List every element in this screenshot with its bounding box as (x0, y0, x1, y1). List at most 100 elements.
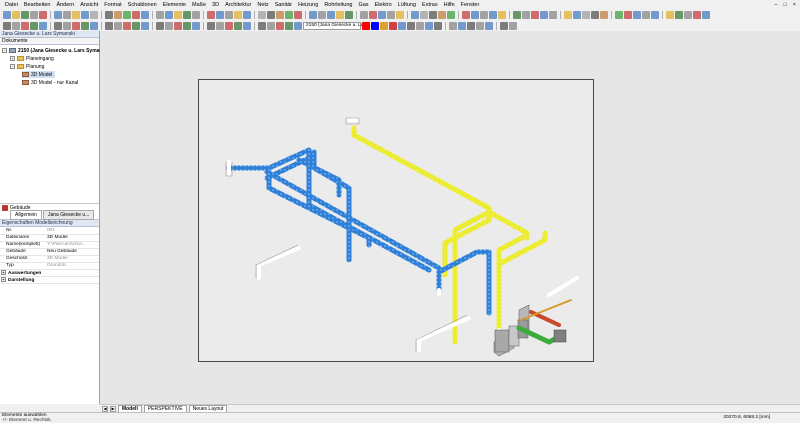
first-tab-arrow-icon[interactable]: ◀ (102, 405, 108, 412)
toolbar-tool-icon[interactable] (396, 10, 404, 19)
toolbar-tool-icon[interactable] (462, 10, 470, 19)
toolbar-tool-icon[interactable] (531, 10, 539, 19)
snap-tool-icon[interactable] (407, 21, 415, 30)
tree-item-planung[interactable]: − Planung (10, 63, 44, 70)
toolbar-tool-icon[interactable] (489, 10, 497, 19)
drawing-tool-icon[interactable] (165, 21, 173, 30)
toolbar-tool-icon[interactable] (633, 10, 641, 19)
toolbar-tool-icon[interactable] (174, 10, 182, 19)
tab-project-owner[interactable]: Jana Giesecke u... (42, 210, 95, 220)
toolbar-tool-icon[interactable] (429, 10, 437, 19)
property-row[interactable]: Name(komplett) Y:\Plancal\Schul... (0, 241, 99, 249)
toolbar-tool-icon[interactable] (90, 10, 98, 19)
menu-item[interactable]: Datei (2, 2, 21, 8)
menu-item[interactable]: Heizung (295, 2, 321, 8)
toolbar-tool-icon[interactable] (666, 10, 674, 19)
toolbar-tool-icon[interactable] (225, 10, 233, 19)
toolbar-tool-icon[interactable] (132, 10, 140, 19)
property-row[interactable]: Dateiname 3D Model (0, 234, 99, 242)
snap-tool-icon[interactable] (416, 21, 424, 30)
property-group[interactable]: + Darstellung (0, 276, 99, 284)
drawing-tool-icon[interactable] (132, 21, 140, 30)
property-row[interactable]: Gebäude Neu Gebäude (0, 248, 99, 256)
toolbar-tool-icon[interactable] (318, 10, 326, 19)
toolbar-tool-icon[interactable] (276, 10, 284, 19)
toolbar-tool-icon[interactable] (216, 10, 224, 19)
drawing-tool-icon[interactable] (123, 21, 131, 30)
toolbar-tool-icon[interactable] (573, 10, 581, 19)
documents-header[interactable]: Dokumente (0, 38, 99, 45)
toolbar-tool-icon[interactable] (498, 10, 506, 19)
property-value[interactable]: Y:\Plancal\Schul... (45, 241, 99, 249)
menu-item[interactable]: Rohrleitung (321, 2, 355, 8)
snap-tool-icon[interactable] (398, 21, 406, 30)
drawing-tool-icon[interactable] (183, 21, 191, 30)
toolbar-tool-icon[interactable] (63, 10, 71, 19)
toolbar-tool-icon[interactable] (123, 10, 131, 19)
drawing-sheet[interactable] (198, 79, 594, 362)
menu-item[interactable]: Gas (355, 2, 371, 8)
toolbar-tool-icon[interactable] (72, 10, 80, 19)
drawing-tool-icon[interactable] (156, 21, 164, 30)
toolbar-tool-icon[interactable] (39, 10, 47, 19)
toolbar-tool-icon[interactable] (582, 10, 590, 19)
toolbar-tool-icon[interactable] (267, 10, 275, 19)
toolbar-tool-icon[interactable] (12, 10, 20, 19)
toolbar-tool-icon[interactable] (165, 10, 173, 19)
collapse-icon[interactable]: − (2, 48, 7, 53)
snap-tool-icon[interactable] (500, 21, 508, 30)
layer-color-icon[interactable] (380, 21, 388, 30)
project-selector-combo[interactable]: 2150 (Jana Giesecke u. La (303, 21, 363, 30)
collapse-icon[interactable]: − (10, 64, 15, 69)
drawing-tool-icon[interactable] (294, 21, 302, 30)
minimize-icon[interactable]: – (774, 2, 777, 8)
toolbar-tool-icon[interactable] (141, 10, 149, 19)
toolbar-tool-icon[interactable] (651, 10, 659, 19)
property-value[interactable]: 3D Model (45, 255, 99, 263)
toolbar-tool-icon[interactable] (438, 10, 446, 19)
drawing-tool-icon[interactable] (30, 21, 38, 30)
drawing-tool-icon[interactable] (90, 21, 98, 30)
toolbar-tool-icon[interactable] (258, 10, 266, 19)
snap-tool-icon[interactable] (449, 21, 457, 30)
toolbar-tool-icon[interactable] (336, 10, 344, 19)
menu-item[interactable]: Lüftung (395, 2, 419, 8)
toolbar-tool-icon[interactable] (285, 10, 293, 19)
toolbar-tool-icon[interactable] (156, 10, 164, 19)
menu-item[interactable]: Extras (419, 2, 441, 8)
toolbar-tool-icon[interactable] (480, 10, 488, 19)
drawing-tool-icon[interactable] (21, 21, 29, 30)
property-row[interactable]: Geschoss 3D Model (0, 255, 99, 263)
toolbar-tool-icon[interactable] (378, 10, 386, 19)
toolbar-tool-icon[interactable] (411, 10, 419, 19)
drawing-tool-icon[interactable] (192, 21, 200, 30)
drawing-tool-icon[interactable] (81, 21, 89, 30)
drawing-tool-icon[interactable] (276, 21, 284, 30)
menu-item[interactable]: Elemente (160, 2, 189, 8)
tab-allgemein[interactable]: Allgemein (10, 210, 42, 220)
toolbar-tool-icon[interactable] (540, 10, 548, 19)
property-value[interactable]: Grundriß (45, 262, 99, 270)
drawing-tool-icon[interactable] (54, 21, 62, 30)
drawing-tool-icon[interactable] (63, 21, 71, 30)
toolbar-tool-icon[interactable] (21, 10, 29, 19)
menu-item[interactable]: Schablonen (125, 2, 160, 8)
property-value[interactable]: 001 (45, 227, 99, 235)
toolbar-tool-icon[interactable] (81, 10, 89, 19)
toolbar-tool-icon[interactable] (513, 10, 521, 19)
drawing-tool-icon[interactable] (207, 21, 215, 30)
snap-tool-icon[interactable] (509, 21, 517, 30)
menu-item[interactable]: Ansicht (77, 2, 101, 8)
tree-item-3d-model-nur-kanal[interactable]: 3D Model - nur Kanal (22, 79, 78, 86)
snap-tool-icon[interactable] (425, 21, 433, 30)
menu-item[interactable]: Bearbeiten (21, 2, 54, 8)
toolbar-tool-icon[interactable] (183, 10, 191, 19)
toolbar-tool-icon[interactable] (360, 10, 368, 19)
toolbar-tool-icon[interactable] (693, 10, 701, 19)
toolbar-tool-icon[interactable] (114, 10, 122, 19)
tree-item-planeingang[interactable]: + Planeingang (10, 55, 54, 62)
menu-item[interactable]: Architektur (222, 2, 254, 8)
toolbar-tool-icon[interactable] (327, 10, 335, 19)
toolbar-tool-icon[interactable] (522, 10, 530, 19)
toolbar-tool-icon[interactable] (234, 10, 242, 19)
